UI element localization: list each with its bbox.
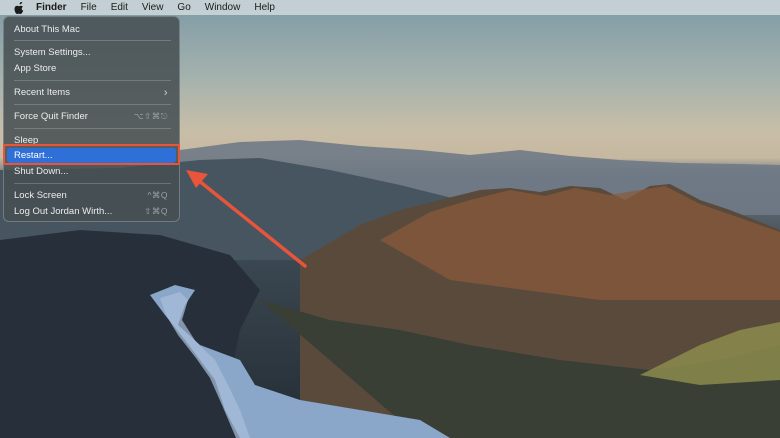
annotation-arrow	[186, 170, 307, 268]
